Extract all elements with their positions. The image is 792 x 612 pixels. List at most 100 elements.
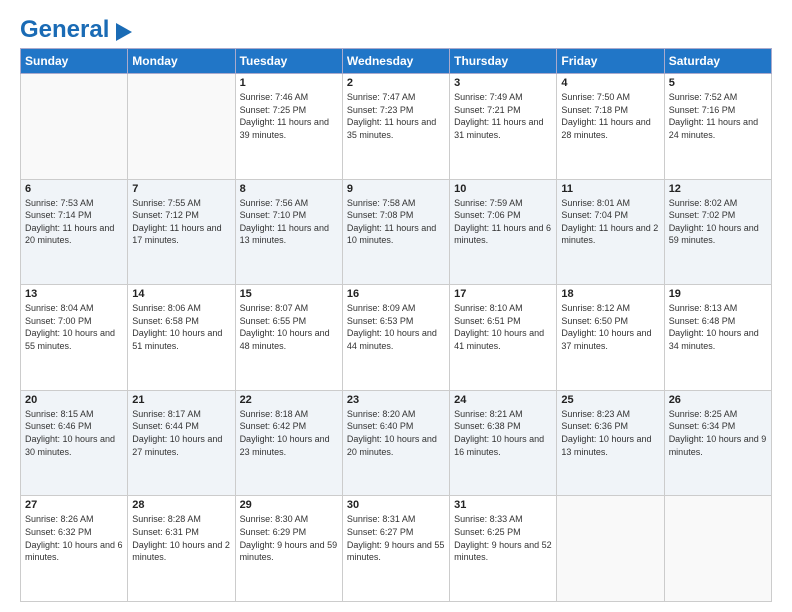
day-info: Sunrise: 7:56 AM Sunset: 7:10 PM Dayligh… bbox=[240, 197, 338, 247]
day-number: 31 bbox=[454, 499, 552, 511]
day-info: Sunrise: 8:28 AM Sunset: 6:31 PM Dayligh… bbox=[132, 513, 230, 563]
logo-general: General bbox=[20, 16, 109, 43]
calendar-table: SundayMondayTuesdayWednesdayThursdayFrid… bbox=[20, 48, 772, 602]
day-number: 16 bbox=[347, 288, 445, 300]
weekday-tuesday: Tuesday bbox=[235, 49, 342, 74]
day-info: Sunrise: 8:01 AM Sunset: 7:04 PM Dayligh… bbox=[561, 197, 659, 247]
day-cell: 8 Sunrise: 7:56 AM Sunset: 7:10 PM Daylig… bbox=[235, 179, 342, 285]
day-number: 30 bbox=[347, 499, 445, 511]
weekday-wednesday: Wednesday bbox=[342, 49, 449, 74]
day-cell: 31 Sunrise: 8:33 AM Sunset: 6:25 PM Dayli… bbox=[450, 496, 557, 602]
weekday-friday: Friday bbox=[557, 49, 664, 74]
day-cell: 22Sunrise: 8:18 AM Sunset: 6:42 PM Dayli… bbox=[235, 390, 342, 496]
day-info: Sunrise: 7:52 AM Sunset: 7:16 PM Dayligh… bbox=[669, 91, 767, 141]
day-info: Sunrise: 8:25 AM Sunset: 6:34 PM Dayligh… bbox=[669, 408, 767, 458]
day-cell: 3Sunrise: 7:49 AM Sunset: 7:21 PM Daylig… bbox=[450, 74, 557, 180]
day-number: 21 bbox=[132, 394, 230, 406]
day-cell: 20Sunrise: 8:15 AM Sunset: 6:46 PM Dayli… bbox=[21, 390, 128, 496]
day-number: 20 bbox=[25, 394, 123, 406]
day-cell: 12 Sunrise: 8:02 AM Sunset: 7:02 PM Dayli… bbox=[664, 179, 771, 285]
day-info: Sunrise: 7:53 AM Sunset: 7:14 PM Dayligh… bbox=[25, 197, 123, 247]
day-number: 6 bbox=[25, 183, 123, 195]
day-number: 12 bbox=[669, 183, 767, 195]
day-info: Sunrise: 8:20 AM Sunset: 6:40 PM Dayligh… bbox=[347, 408, 445, 458]
day-number: 10 bbox=[454, 183, 552, 195]
day-number: 2 bbox=[347, 77, 445, 89]
day-info: Sunrise: 8:06 AM Sunset: 6:58 PM Dayligh… bbox=[132, 302, 230, 352]
day-cell: 27Sunrise: 8:26 AM Sunset: 6:32 PM Dayli… bbox=[21, 496, 128, 602]
day-number: 15 bbox=[240, 288, 338, 300]
day-info: Sunrise: 7:46 AM Sunset: 7:25 PM Dayligh… bbox=[240, 91, 338, 141]
logo: General bbox=[20, 16, 132, 38]
day-number: 27 bbox=[25, 499, 123, 511]
day-info: Sunrise: 8:33 AM Sunset: 6:25 PM Dayligh… bbox=[454, 513, 552, 563]
day-cell: 13 Sunrise: 8:04 AM Sunset: 7:00 PM Dayli… bbox=[21, 285, 128, 391]
day-number: 11 bbox=[561, 183, 659, 195]
weekday-monday: Monday bbox=[128, 49, 235, 74]
day-info: Sunrise: 8:09 AM Sunset: 6:53 PM Dayligh… bbox=[347, 302, 445, 352]
week-row-5: 27Sunrise: 8:26 AM Sunset: 6:32 PM Dayli… bbox=[21, 496, 772, 602]
day-cell: 2 Sunrise: 7:47 AM Sunset: 7:23 PM Daylig… bbox=[342, 74, 449, 180]
day-info: Sunrise: 8:12 AM Sunset: 6:50 PM Dayligh… bbox=[561, 302, 659, 352]
day-cell: 21 Sunrise: 8:17 AM Sunset: 6:44 PM Dayli… bbox=[128, 390, 235, 496]
day-number: 24 bbox=[454, 394, 552, 406]
day-info: Sunrise: 8:17 AM Sunset: 6:44 PM Dayligh… bbox=[132, 408, 230, 458]
day-cell: 29Sunrise: 8:30 AM Sunset: 6:29 PM Dayli… bbox=[235, 496, 342, 602]
day-cell: 14 Sunrise: 8:06 AM Sunset: 6:58 PM Dayli… bbox=[128, 285, 235, 391]
day-number: 3 bbox=[454, 77, 552, 89]
day-cell: 4Sunrise: 7:50 AM Sunset: 7:18 PM Daylig… bbox=[557, 74, 664, 180]
day-cell: 24 Sunrise: 8:21 AM Sunset: 6:38 PM Dayli… bbox=[450, 390, 557, 496]
day-cell: 1 Sunrise: 7:46 AM Sunset: 7:25 PM Daylig… bbox=[235, 74, 342, 180]
day-number: 18 bbox=[561, 288, 659, 300]
header: General bbox=[20, 16, 772, 38]
day-cell: 15 Sunrise: 8:07 AM Sunset: 6:55 PM Dayli… bbox=[235, 285, 342, 391]
day-number: 26 bbox=[669, 394, 767, 406]
page: General SundayMondayTuesdayWednesdayThur… bbox=[0, 0, 792, 612]
day-info: Sunrise: 7:59 AM Sunset: 7:06 PM Dayligh… bbox=[454, 197, 552, 247]
day-cell: 26 Sunrise: 8:25 AM Sunset: 6:34 PM Dayli… bbox=[664, 390, 771, 496]
day-number: 19 bbox=[669, 288, 767, 300]
week-row-2: 6 Sunrise: 7:53 AM Sunset: 7:14 PM Daylig… bbox=[21, 179, 772, 285]
day-info: Sunrise: 8:23 AM Sunset: 6:36 PM Dayligh… bbox=[561, 408, 659, 458]
day-cell: 28 Sunrise: 8:28 AM Sunset: 6:31 PM Dayli… bbox=[128, 496, 235, 602]
day-cell: 5 Sunrise: 7:52 AM Sunset: 7:16 PM Daylig… bbox=[664, 74, 771, 180]
day-cell: 25 Sunrise: 8:23 AM Sunset: 6:36 PM Dayli… bbox=[557, 390, 664, 496]
weekday-sunday: Sunday bbox=[21, 49, 128, 74]
logo-arrow bbox=[116, 23, 132, 41]
day-info: Sunrise: 8:02 AM Sunset: 7:02 PM Dayligh… bbox=[669, 197, 767, 247]
weekday-thursday: Thursday bbox=[450, 49, 557, 74]
day-cell: 6 Sunrise: 7:53 AM Sunset: 7:14 PM Daylig… bbox=[21, 179, 128, 285]
weekday-saturday: Saturday bbox=[664, 49, 771, 74]
day-info: Sunrise: 8:10 AM Sunset: 6:51 PM Dayligh… bbox=[454, 302, 552, 352]
day-cell: 10 Sunrise: 7:59 AM Sunset: 7:06 PM Dayli… bbox=[450, 179, 557, 285]
week-row-4: 20Sunrise: 8:15 AM Sunset: 6:46 PM Dayli… bbox=[21, 390, 772, 496]
day-cell: 30Sunrise: 8:31 AM Sunset: 6:27 PM Dayli… bbox=[342, 496, 449, 602]
day-cell: 7Sunrise: 7:55 AM Sunset: 7:12 PM Daylig… bbox=[128, 179, 235, 285]
day-info: Sunrise: 8:04 AM Sunset: 7:00 PM Dayligh… bbox=[25, 302, 123, 352]
day-cell: 23Sunrise: 8:20 AM Sunset: 6:40 PM Dayli… bbox=[342, 390, 449, 496]
day-number: 17 bbox=[454, 288, 552, 300]
day-number: 13 bbox=[25, 288, 123, 300]
day-info: Sunrise: 7:58 AM Sunset: 7:08 PM Dayligh… bbox=[347, 197, 445, 247]
day-number: 8 bbox=[240, 183, 338, 195]
day-number: 28 bbox=[132, 499, 230, 511]
day-cell bbox=[128, 74, 235, 180]
day-number: 4 bbox=[561, 77, 659, 89]
weekday-header-row: SundayMondayTuesdayWednesdayThursdayFrid… bbox=[21, 49, 772, 74]
day-info: Sunrise: 8:07 AM Sunset: 6:55 PM Dayligh… bbox=[240, 302, 338, 352]
day-cell bbox=[21, 74, 128, 180]
day-cell: 11 Sunrise: 8:01 AM Sunset: 7:04 PM Dayli… bbox=[557, 179, 664, 285]
day-info: Sunrise: 8:18 AM Sunset: 6:42 PM Dayligh… bbox=[240, 408, 338, 458]
day-number: 29 bbox=[240, 499, 338, 511]
day-info: Sunrise: 7:47 AM Sunset: 7:23 PM Dayligh… bbox=[347, 91, 445, 141]
day-number: 14 bbox=[132, 288, 230, 300]
day-number: 1 bbox=[240, 77, 338, 89]
day-info: Sunrise: 8:21 AM Sunset: 6:38 PM Dayligh… bbox=[454, 408, 552, 458]
day-cell: 17 Sunrise: 8:10 AM Sunset: 6:51 PM Dayli… bbox=[450, 285, 557, 391]
day-info: Sunrise: 8:13 AM Sunset: 6:48 PM Dayligh… bbox=[669, 302, 767, 352]
week-row-3: 13 Sunrise: 8:04 AM Sunset: 7:00 PM Dayli… bbox=[21, 285, 772, 391]
day-cell: 19 Sunrise: 8:13 AM Sunset: 6:48 PM Dayli… bbox=[664, 285, 771, 391]
day-number: 5 bbox=[669, 77, 767, 89]
day-number: 25 bbox=[561, 394, 659, 406]
day-info: Sunrise: 7:55 AM Sunset: 7:12 PM Dayligh… bbox=[132, 197, 230, 247]
